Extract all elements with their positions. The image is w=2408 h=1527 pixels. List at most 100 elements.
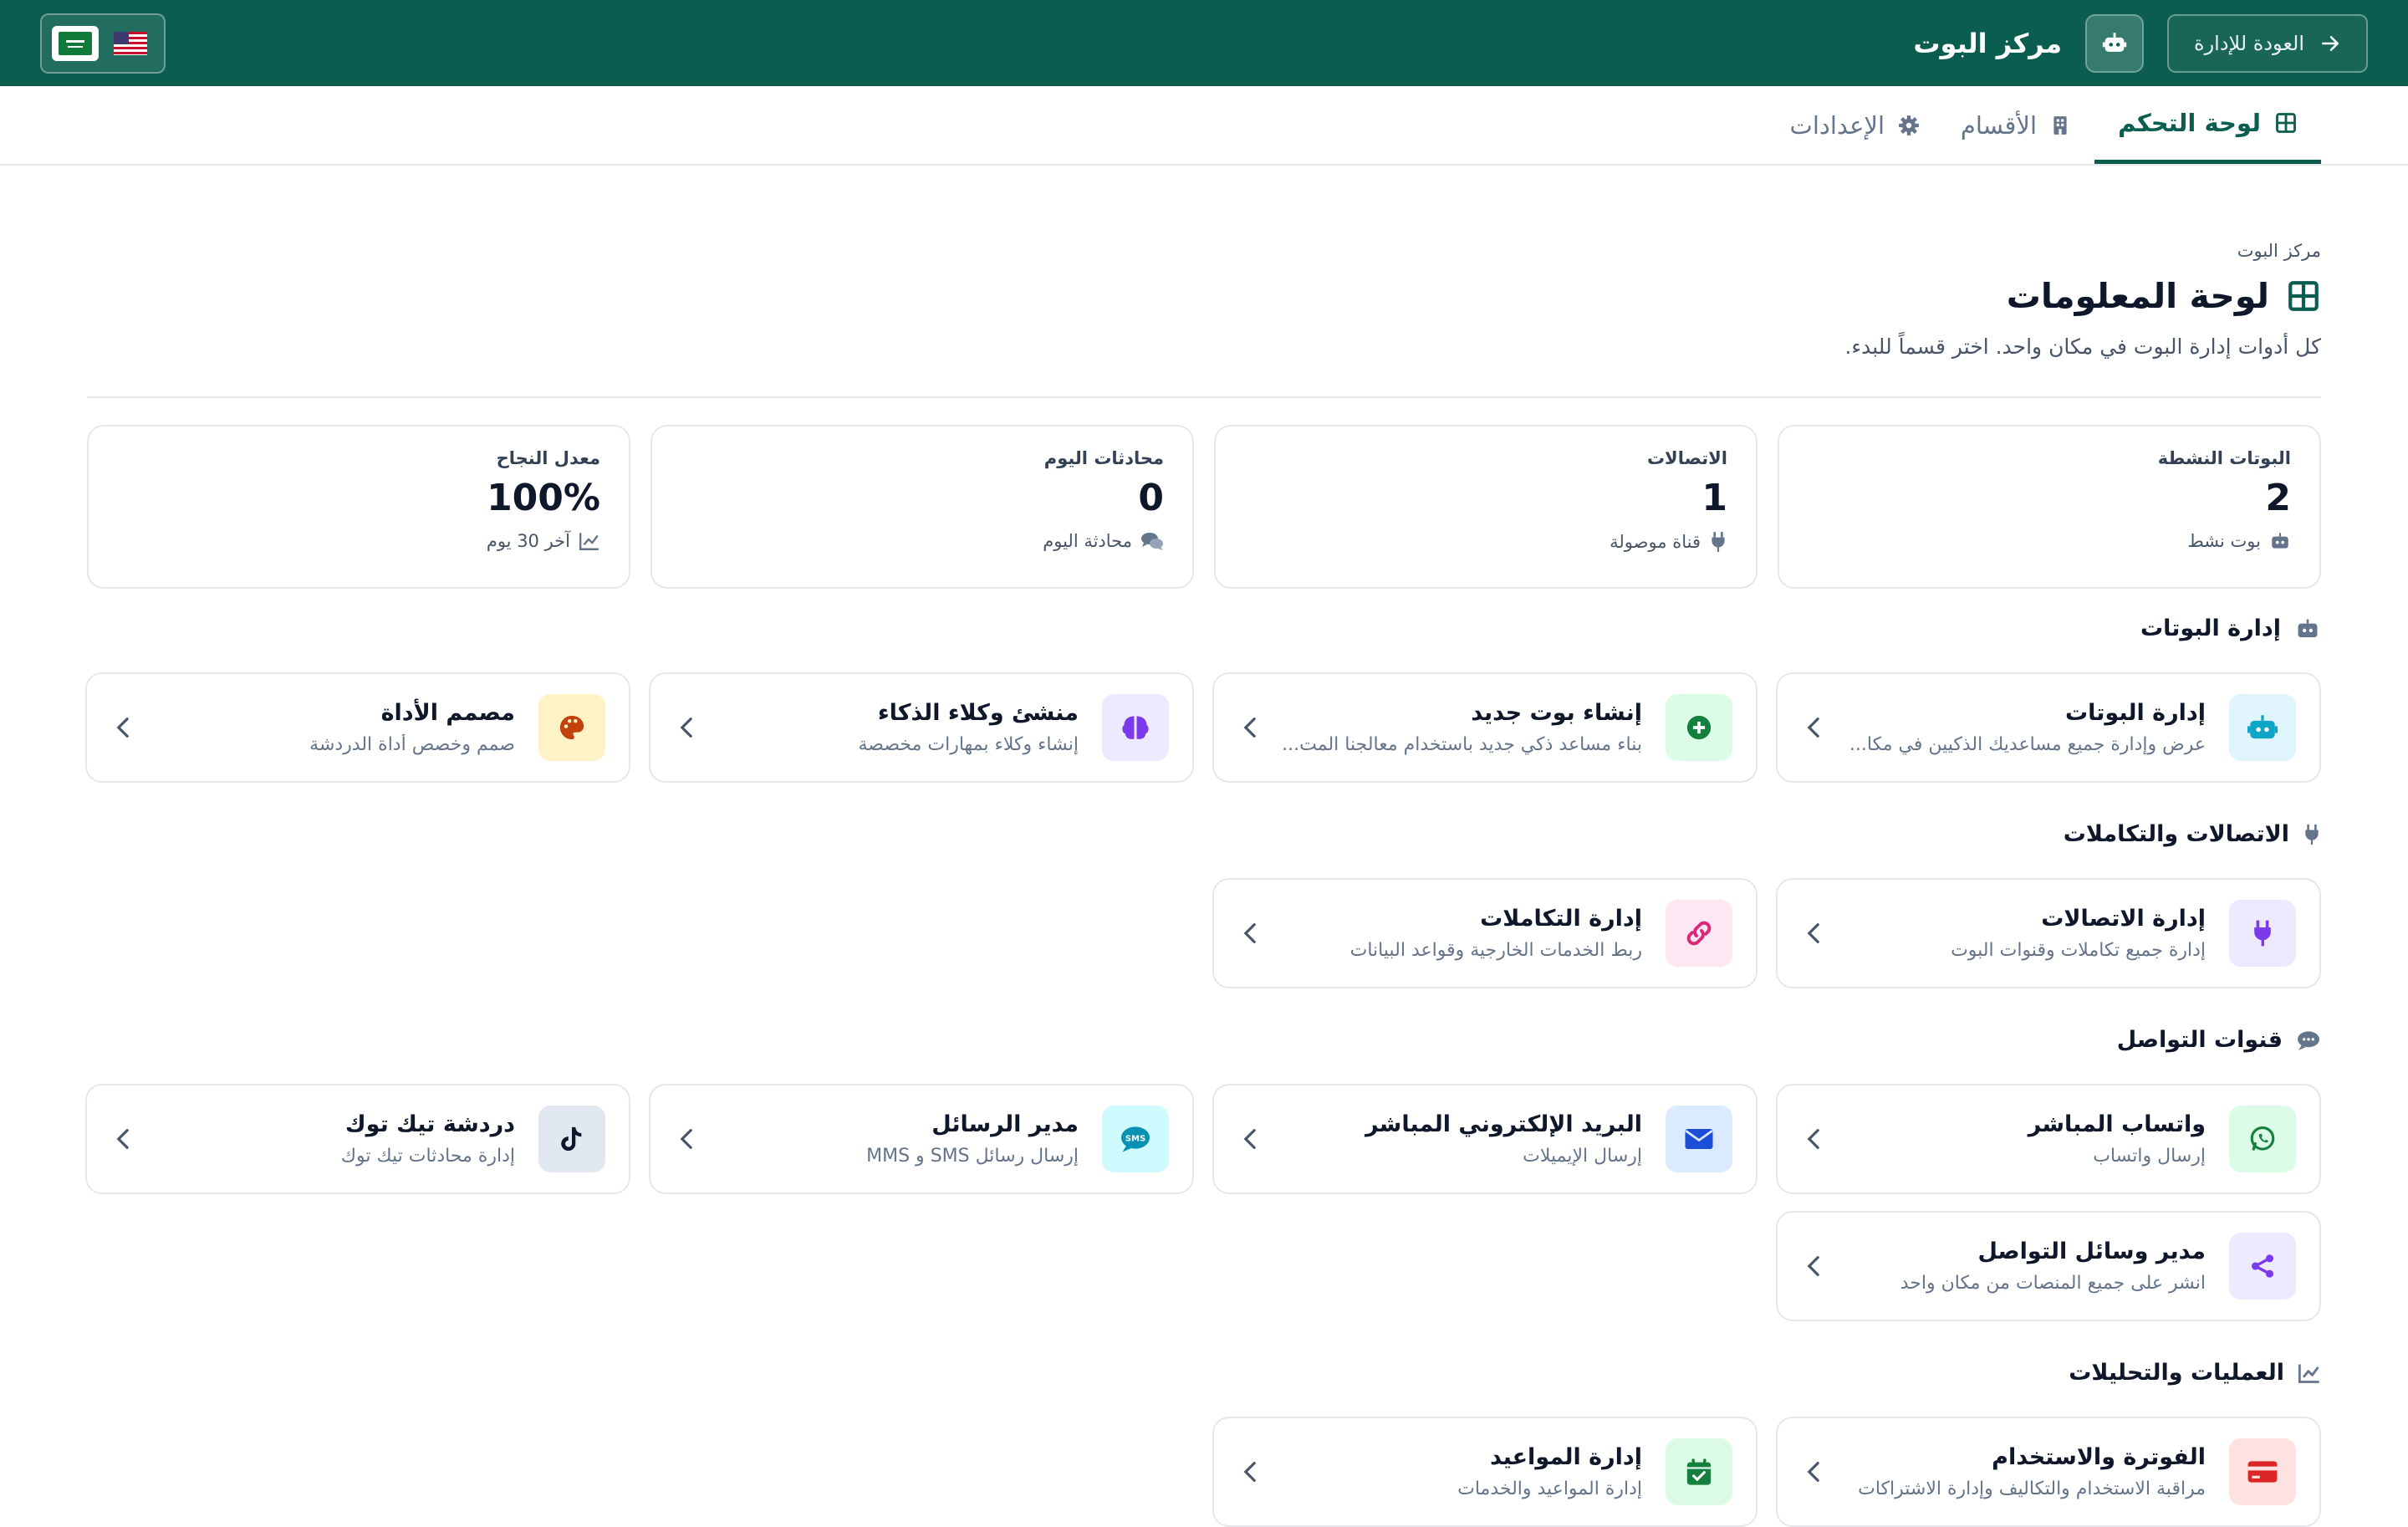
- card-title: واتساب المباشر: [2028, 1111, 2206, 1137]
- card-title: إنشاء بوت جديد: [1471, 700, 1642, 726]
- section-title: الاتصالات والتكاملات: [2063, 821, 2289, 847]
- section-title: العمليات والتحليلات: [2069, 1360, 2284, 1386]
- stat-label: محادثات اليوم: [1043, 448, 1164, 468]
- card-icon-wrap: [538, 694, 605, 761]
- card-title: إدارة البوتات: [2065, 700, 2206, 726]
- card-desc: ربط الخدمات الخارجية وقواعد البيانات: [1349, 940, 1642, 961]
- chart-line-icon: [579, 533, 599, 550]
- robot-icon: [2298, 619, 2318, 637]
- chevron-left-icon: [110, 1128, 135, 1150]
- breadcrumb: مركز البوت: [2237, 241, 2321, 261]
- stat-label: معدل النجاح: [496, 448, 600, 468]
- bot-badge: [2085, 13, 2144, 73]
- chevron-left-icon: [1801, 1128, 1826, 1150]
- card-icon-wrap: [2229, 1233, 2296, 1300]
- tab-label: لوحة التحكم: [2118, 109, 2261, 137]
- table-cells-icon: [2288, 281, 2319, 311]
- gear-icon: [1899, 115, 1919, 135]
- chevron-left-icon: [1801, 1255, 1826, 1277]
- card-manage-connections[interactable]: إدارة الاتصالات إدارة جميع تكاملات وقنوا…: [1776, 878, 2321, 988]
- chevron-left-icon: [1801, 922, 1826, 944]
- chevron-left-icon: [1237, 1461, 1263, 1483]
- plug-icon: [2305, 824, 2319, 845]
- card-manage-bots[interactable]: إدارة البوتات عرض وإدارة جميع مساعديك ال…: [1776, 672, 2321, 783]
- card-icon-wrap: [1666, 900, 1732, 967]
- card-desc: صمم وخصص أداة الدردشة: [309, 734, 515, 755]
- card-appointments[interactable]: إدارة المواعيد إدارة المواعيد والخدمات: [1212, 1417, 1758, 1527]
- stat-foot-text: محادثة اليوم: [1043, 531, 1132, 551]
- stat-card-success-rate: معدل النجاح 100% آخر 30 يوم: [87, 425, 630, 589]
- link-icon: [1686, 921, 1712, 946]
- section-header-channels: قنوات التواصل: [2117, 1027, 2321, 1053]
- section-title: قنوات التواصل: [2116, 1027, 2283, 1053]
- card-tiktok-chat[interactable]: دردشة تيك توك إدارة محادثات تيك توك: [85, 1084, 630, 1194]
- plug-icon: [1712, 532, 1725, 552]
- card-icon-wrap: [1666, 1106, 1732, 1172]
- card-desc: إنشاء وكلاء بمهارات مخصصة: [858, 734, 1079, 755]
- card-widget-designer[interactable]: مصمم الأداة صمم وخصص أداة الدردشة: [85, 672, 630, 783]
- card-icon-wrap: [2229, 1106, 2296, 1172]
- stat-foot: محادثة اليوم: [681, 531, 1164, 551]
- card-billing-usage[interactable]: الفوترة والاستخدام مراقبة الاستخدام والت…: [1776, 1417, 2321, 1527]
- tab-label: الإعدادات: [1789, 110, 1885, 140]
- card-whatsapp-direct[interactable]: واتساب المباشر إرسال واتساب: [1776, 1084, 2321, 1194]
- robot-icon: [2247, 715, 2278, 739]
- card-title: إدارة الاتصالات: [2041, 906, 2206, 932]
- plus-circle-icon: [1686, 715, 1712, 740]
- card-desc: إدارة محادثات تيك توك: [340, 1146, 515, 1167]
- card-icon-wrap: [1666, 1438, 1732, 1505]
- chevron-left-icon: [1237, 922, 1263, 944]
- arrow-right-icon: [2322, 35, 2339, 51]
- card-title: إدارة المواعيد: [1490, 1444, 1642, 1470]
- stat-foot-text: قناة موصولة: [1610, 532, 1701, 552]
- stat-foot: آخر 30 يوم: [117, 531, 600, 551]
- tab-label: الأقسام: [1960, 110, 2037, 140]
- stat-value: 0: [1138, 477, 1164, 519]
- card-desc: إدارة المواعيد والخدمات: [1457, 1478, 1642, 1499]
- tab-dashboard[interactable]: لوحة التحكم: [2094, 86, 2321, 164]
- stat-foot: بوت نشط: [1808, 531, 2291, 551]
- card-icon-wrap: SMS: [1102, 1106, 1169, 1172]
- card-manage-integrations[interactable]: إدارة التكاملات ربط الخدمات الخارجية وقو…: [1212, 878, 1758, 988]
- share-icon: [2251, 1254, 2274, 1278]
- flag-saudi-icon[interactable]: [52, 25, 99, 61]
- card-ai-agent-builder[interactable]: منشئ وكلاء الذكاء إنشاء وكلاء بمهارات مخ…: [649, 672, 1194, 783]
- calendar-check-icon: [1686, 1458, 1712, 1485]
- app-title: مركز البوت: [1913, 27, 2062, 59]
- page-title-text: لوحة المعلومات: [2006, 276, 2269, 316]
- section-header-connections: الاتصالات والتكاملات: [2064, 821, 2321, 847]
- tiktok-icon: [561, 1126, 582, 1152]
- back-button-label: العودة للإدارة: [2194, 31, 2304, 55]
- stat-label: الاتصالات: [1646, 448, 1727, 468]
- whatsapp-icon: [2250, 1126, 2275, 1151]
- svg-text:SMS: SMS: [1125, 1134, 1145, 1143]
- back-to-admin-button[interactable]: العودة للإدارة: [2167, 13, 2368, 73]
- card-icon-wrap: [538, 1106, 605, 1172]
- language-switcher[interactable]: [40, 13, 166, 74]
- section-header-operations: العمليات والتحليلات: [2069, 1360, 2321, 1386]
- card-title: مصمم الأداة: [380, 700, 515, 726]
- card-title: إدارة التكاملات: [1480, 906, 1642, 932]
- stat-card-active-bots: البوتات النشطة 2 بوت نشط: [1778, 425, 2321, 589]
- comment-dots-icon: [2298, 1030, 2319, 1050]
- flag-us-icon[interactable]: [107, 26, 154, 61]
- card-social-media-manager[interactable]: مدير وسائل التواصل انشر على جميع المنصات…: [1776, 1211, 2321, 1321]
- section-title: إدارة البوتات: [2140, 615, 2281, 641]
- robot-icon: [2102, 32, 2127, 52]
- plug-icon: [2254, 920, 2271, 947]
- card-create-bot[interactable]: إنشاء بوت جديد بناء مساعد ذكي جديد باستخ…: [1212, 672, 1758, 783]
- tab-bar: لوحة التحكم الأقسام الإعدادات: [0, 86, 2408, 166]
- chart-line-icon: [2298, 1364, 2319, 1383]
- chevron-left-icon: [110, 717, 135, 738]
- sms-icon: SMS: [1121, 1126, 1150, 1152]
- card-icon-wrap: [2229, 900, 2296, 967]
- card-email-direct[interactable]: البريد الإلكتروني المباشر إرسال الإيميلا…: [1212, 1084, 1758, 1194]
- stat-value: 100%: [487, 477, 600, 519]
- credit-card-icon: [2247, 1461, 2278, 1483]
- chevron-left-icon: [1237, 1128, 1263, 1150]
- tab-sections[interactable]: الأقسام: [1961, 86, 2070, 164]
- card-title: دردشة تيك توك: [344, 1111, 515, 1137]
- tab-settings[interactable]: الإعدادات: [1790, 86, 1920, 164]
- card-message-manager[interactable]: SMS مدير الرسائل إرسال رسائل SMS و MMS: [649, 1084, 1194, 1194]
- card-desc: انشر على جميع المنصات من مكان واحد: [1900, 1273, 2206, 1294]
